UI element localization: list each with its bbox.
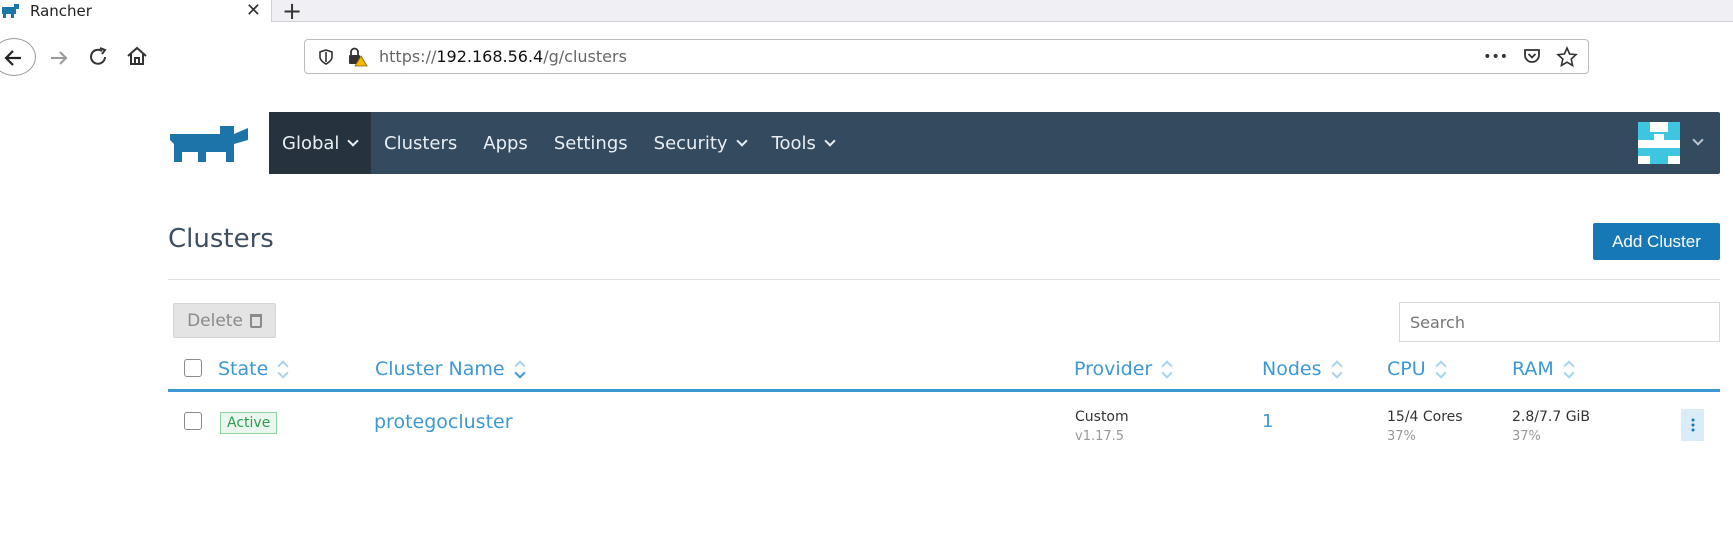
more-vertical-icon [1691, 418, 1694, 432]
home-icon[interactable] [124, 43, 150, 69]
table-header: State Cluster Name Provider Nodes CPU RA… [168, 350, 1720, 392]
user-avatar[interactable] [1638, 122, 1680, 164]
rancher-logo-icon[interactable] [168, 122, 254, 166]
sort-icon [1162, 361, 1172, 377]
column-state[interactable]: State [218, 358, 288, 380]
sort-icon [515, 361, 525, 377]
new-tab-button[interactable]: + [282, 0, 302, 25]
divider [168, 279, 1720, 280]
url-text: https://192.168.56.4/g/clusters [379, 47, 627, 66]
bookmark-star-icon[interactable] [1556, 46, 1578, 68]
column-nodes[interactable]: Nodes [1262, 358, 1342, 380]
nodes-count-link[interactable]: 1 [1262, 411, 1273, 432]
search-input[interactable] [1399, 302, 1720, 342]
chevron-down-icon [824, 134, 836, 147]
pocket-icon[interactable] [1522, 46, 1542, 66]
delete-button[interactable]: Delete [173, 303, 276, 338]
row-actions-button[interactable] [1681, 409, 1704, 441]
column-cluster-name[interactable]: Cluster Name [375, 358, 525, 380]
close-tab-icon[interactable]: ✕ [246, 0, 261, 22]
table-row: Active protegocluster Custom v1.17.5 1 1… [168, 400, 1720, 450]
page-title: Clusters [168, 224, 274, 254]
url-bar[interactable]: https://192.168.56.4/g/clusters ••• [304, 39, 1589, 74]
cpu-percent: 37% [1387, 429, 1416, 444]
insecure-lock-icon[interactable] [347, 47, 369, 67]
ram-percent: 37% [1512, 429, 1541, 444]
shield-icon[interactable] [317, 48, 335, 66]
sort-icon [1564, 361, 1574, 377]
app-header: Global Clusters Apps Settings Security T… [168, 112, 1720, 174]
chevron-down-icon [347, 134, 360, 147]
tab-title: Rancher [30, 2, 92, 20]
provider-version: v1.17.5 [1075, 429, 1125, 444]
nav-global[interactable]: Global [269, 112, 371, 174]
trash-icon [249, 313, 262, 328]
back-arrow-icon [4, 50, 21, 66]
cpu-usage: 15/4 Cores [1387, 409, 1463, 425]
ram-usage: 2.8/7.7 GiB [1512, 409, 1591, 425]
back-button[interactable] [0, 38, 36, 76]
sort-icon [1436, 361, 1446, 377]
select-all-checkbox[interactable] [184, 359, 202, 377]
forward-arrow-icon[interactable] [46, 45, 72, 71]
status-badge: Active [220, 412, 278, 434]
page-actions-icon[interactable]: ••• [1483, 46, 1508, 68]
provider-name: Custom [1075, 409, 1129, 425]
nav-apps[interactable]: Apps [470, 112, 541, 174]
nav-settings[interactable]: Settings [541, 112, 641, 174]
nav-clusters[interactable]: Clusters [371, 112, 470, 174]
nav-security[interactable]: Security [641, 112, 759, 174]
browser-tab[interactable]: Rancher ✕ [0, 0, 272, 22]
column-provider[interactable]: Provider [1074, 358, 1172, 380]
add-cluster-button[interactable]: Add Cluster [1593, 223, 1720, 260]
sort-icon [1332, 361, 1342, 377]
column-ram[interactable]: RAM [1512, 358, 1574, 380]
column-cpu[interactable]: CPU [1387, 358, 1446, 380]
nav-tools[interactable]: Tools [759, 112, 847, 174]
chevron-down-icon[interactable] [1692, 134, 1704, 146]
reload-icon[interactable] [86, 44, 112, 70]
main-nav: Global Clusters Apps Settings Security T… [269, 112, 1720, 174]
browser-tabbar: Rancher ✕ + [0, 0, 1733, 25]
rancher-favicon-icon [2, 4, 19, 18]
row-checkbox[interactable] [184, 412, 202, 430]
sort-icon [278, 361, 288, 377]
cluster-name-link[interactable]: protegocluster [374, 411, 513, 433]
chevron-down-icon [735, 134, 748, 147]
